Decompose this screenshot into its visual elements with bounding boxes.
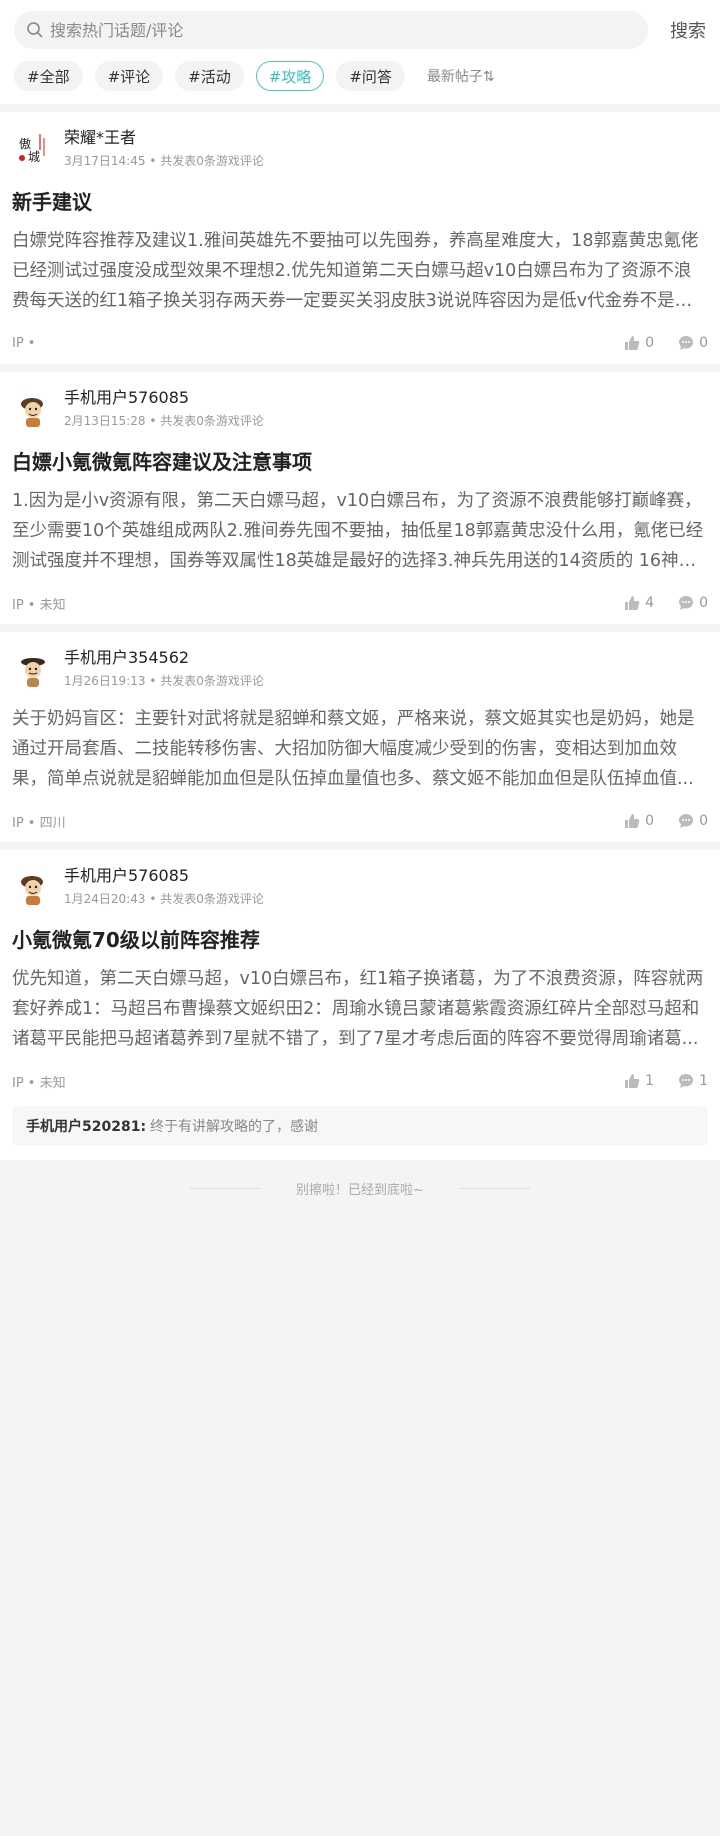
avatar[interactable]: [12, 388, 54, 430]
post-card[interactable]: 手机用户576085 2月13日15:28 • 共发表0条游戏评论 白嫖小氪微氪…: [0, 372, 720, 624]
like-count: 0: [645, 335, 655, 351]
user-stats: 共发表0条游戏评论: [160, 154, 264, 168]
user-stats: 共发表0条游戏评论: [160, 674, 264, 688]
comment-count: 0: [699, 335, 708, 351]
like-button[interactable]: 0: [624, 813, 654, 829]
comment-icon: [679, 336, 694, 350]
post-subinfo: 1月24日20:43 • 共发表0条游戏评论: [64, 892, 264, 906]
tab-guides[interactable]: #攻略: [255, 61, 325, 91]
search-icon: [27, 22, 43, 38]
post-header: 手机用户576085 1月24日20:43 • 共发表0条游戏评论: [12, 862, 708, 912]
like-count: 4: [645, 595, 655, 611]
post-subinfo: 2月13日15:28 • 共发表0条游戏评论: [64, 414, 264, 428]
post-content: 1.因为是小v资源有限，第二天白嫖马超，v10白嫖吕布，为了资源不浪费能够打巅峰…: [12, 491, 704, 571]
thumbs-up-icon: [625, 336, 640, 350]
post-date: 1月24日20:43: [64, 892, 146, 906]
post-card[interactable]: 手机用户576085 1月24日20:43 • 共发表0条游戏评论 小氪微氪70…: [0, 850, 720, 1160]
comment-button[interactable]: 0: [678, 335, 708, 351]
post-footer: IP • 未知 4 0: [12, 582, 708, 624]
comment-count: 0: [699, 595, 708, 611]
post-date: 3月17日14:45: [64, 154, 146, 168]
post-meta: 手机用户576085 2月13日15:28 • 共发表0条游戏评论: [64, 387, 264, 431]
tab-events[interactable]: #活动: [175, 61, 244, 91]
post-actions: 0 0: [600, 813, 708, 829]
post-footer: IP • 未知 1 1: [12, 1060, 708, 1102]
thumbs-up-icon: [625, 1074, 640, 1088]
like-button[interactable]: 1: [624, 1073, 654, 1089]
svg-text:城: 城: [28, 150, 40, 164]
end-of-list: 别擦啦！已经到底啦~: [0, 1168, 720, 1208]
divider: [459, 1187, 530, 1189]
tab-qa[interactable]: #问答: [336, 61, 405, 91]
search-input[interactable]: [50, 20, 636, 40]
end-text: 别擦啦！已经到底啦~: [296, 1182, 424, 1198]
post-header: 手机用户354562 1月26日19:13 • 共发表0条游戏评论: [12, 644, 708, 694]
like-count: 1: [645, 1073, 655, 1089]
comment-icon: [679, 814, 694, 828]
post-actions: 1 1: [600, 1073, 708, 1089]
username[interactable]: 荣耀*王者: [64, 127, 264, 149]
svg-text:傲: 傲: [19, 136, 31, 151]
divider: [190, 1187, 261, 1189]
comment-icon: [679, 1074, 694, 1088]
post-actions: 4 0: [600, 595, 708, 611]
comment-button[interactable]: 1: [678, 1073, 708, 1089]
post-meta: 手机用户576085 1月24日20:43 • 共发表0条游戏评论: [64, 865, 264, 909]
top-bar: 搜索 #全部 #评论 #活动 #攻略 #问答 最新帖子⇅: [0, 0, 720, 104]
search-button[interactable]: 搜索: [648, 17, 706, 43]
user-stats: 共发表0条游戏评论: [160, 414, 264, 428]
like-count: 0: [645, 813, 655, 829]
search-box[interactable]: [14, 11, 648, 49]
comment-count: 1: [699, 1073, 708, 1089]
post-content: 优先知道，第二天白嫖马超，v10白嫖吕布，红1箱子换诸葛，为了不浪费资源，阵容就…: [12, 969, 704, 1049]
post-footer: IP • 0 0: [12, 322, 708, 364]
comment-text: 终于有讲解攻略的了，感谢: [150, 1119, 319, 1135]
username[interactable]: 手机用户354562: [64, 647, 264, 669]
ip-location: IP • 四川: [12, 815, 66, 831]
avatar[interactable]: 傲 城: [12, 128, 54, 170]
post-meta: 手机用户354562 1月26日19:13 • 共发表0条游戏评论: [64, 647, 264, 691]
post-card[interactable]: 手机用户354562 1月26日19:13 • 共发表0条游戏评论 关于奶妈盲区…: [0, 632, 720, 842]
post-header: 手机用户576085 2月13日15:28 • 共发表0条游戏评论: [12, 384, 708, 434]
topic-tabs: #全部 #评论 #活动 #攻略 #问答 最新帖子⇅: [14, 60, 706, 92]
post-content: 白嫖党阵容推荐及建议1.雅间英雄先不要抽可以先囤券，养高星难度大，18郭嘉黄忠氪…: [12, 231, 699, 311]
like-button[interactable]: 4: [624, 595, 654, 611]
post-card[interactable]: 傲 城 荣耀*王者 3月17日14:45 • 共发表0条游戏评论 新手建议 白嫖…: [0, 112, 720, 364]
ip-location: IP • 未知: [12, 597, 66, 613]
comment-button[interactable]: 0: [678, 595, 708, 611]
thumbs-up-icon: [625, 596, 640, 610]
username[interactable]: 手机用户576085: [64, 865, 264, 887]
search-row: 搜索: [14, 10, 706, 50]
comment-button[interactable]: 0: [678, 813, 708, 829]
comment-count: 0: [699, 813, 708, 829]
user-stats: 共发表0条游戏评论: [160, 892, 264, 906]
post-footer: IP • 四川 0 0: [12, 800, 708, 842]
post-title: 小氪微氪70级以前阵容推荐: [12, 928, 260, 952]
post-subinfo: 3月17日14:45 • 共发表0条游戏评论: [64, 154, 264, 168]
post-title: 白嫖小氪微氪阵容建议及注意事项: [12, 450, 312, 474]
post-content: 关于奶妈盲区：主要针对武将就是貂蝉和蔡文姬，严格来说，蔡文姬其实也是奶妈，她是通…: [12, 709, 695, 789]
post-title: 新手建议: [12, 190, 92, 214]
post-date: 2月13日15:28: [64, 414, 146, 428]
post-header: 傲 城 荣耀*王者 3月17日14:45 • 共发表0条游戏评论: [12, 124, 708, 174]
thumbs-up-icon: [625, 814, 640, 828]
avatar[interactable]: [12, 866, 54, 908]
post-subinfo: 1月26日19:13 • 共发表0条游戏评论: [64, 674, 264, 688]
ip-location: IP • 未知: [12, 1075, 66, 1091]
like-button[interactable]: 0: [624, 335, 654, 351]
comment-icon: [679, 596, 694, 610]
comment-author: 手机用户520281:: [26, 1119, 147, 1135]
post-meta: 荣耀*王者 3月17日14:45 • 共发表0条游戏评论: [64, 127, 264, 171]
post-date: 1月26日19:13: [64, 674, 146, 688]
avatar[interactable]: [12, 648, 54, 690]
ip-location: IP •: [12, 335, 36, 351]
tab-all[interactable]: #全部: [14, 61, 83, 91]
comment-preview[interactable]: 手机用户520281: 终于有讲解攻略的了，感谢: [12, 1106, 708, 1146]
post-actions: 0 0: [600, 335, 708, 351]
username[interactable]: 手机用户576085: [64, 387, 264, 409]
sort-latest-button[interactable]: 最新帖子⇅: [427, 66, 495, 86]
tab-review[interactable]: #评论: [94, 61, 164, 91]
